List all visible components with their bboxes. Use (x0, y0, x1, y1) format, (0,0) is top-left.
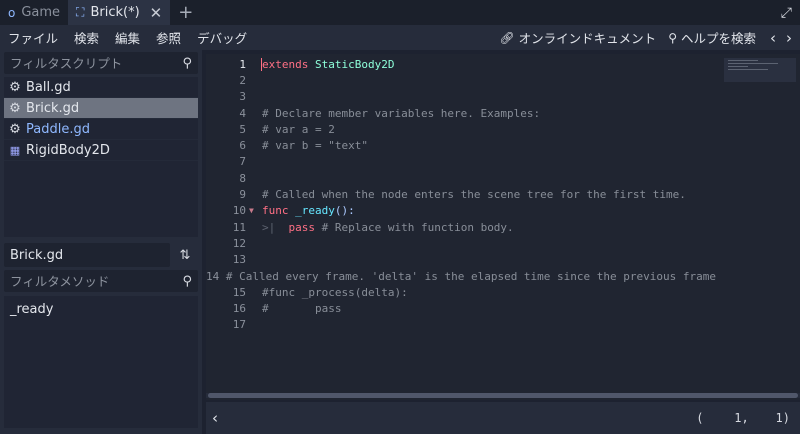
script-item-ball[interactable]: ⚙ Ball.gd (4, 77, 198, 98)
line-number: 9 (239, 188, 246, 202)
method-filter-input[interactable] (10, 273, 183, 289)
search-icon: ⚲ (182, 55, 192, 71)
line-number: 17 (232, 318, 246, 332)
code-line[interactable]: 3 (206, 89, 716, 105)
gear-icon: ⚙ (9, 121, 21, 137)
line-source: # Called when the node enters the scene … (262, 188, 686, 202)
line-number: 14 (206, 269, 220, 283)
help-search-icon: ⚲ (668, 30, 677, 45)
line-number: 10 (232, 204, 246, 218)
toggle-panel-icon[interactable]: ‹ (206, 409, 224, 427)
line-number: 15 (232, 285, 246, 299)
code-line[interactable]: 16 # pass (206, 300, 716, 316)
code-line[interactable]: 9 # Called when the node enters the scene… (206, 186, 716, 202)
script-filter: ⚲ (4, 52, 198, 74)
gear-icon: ⚙ (9, 79, 21, 95)
line-number: 11 (232, 220, 246, 234)
menu-edit[interactable]: 編集 (107, 28, 148, 47)
line-number: 1 (239, 57, 246, 71)
line-number: 4 (239, 106, 246, 120)
code-line[interactable]: 10 ▼ func _ready(): (206, 203, 716, 219)
link-icon: 🔗︎ (499, 30, 515, 45)
sort-icon[interactable]: ⇅ (176, 246, 194, 264)
scene-ring-icon: o (8, 5, 16, 20)
history-back-icon[interactable]: ‹ (770, 29, 776, 47)
node-doc-icon: ▦ (9, 143, 21, 157)
current-script-name: Brick.gd (4, 243, 170, 267)
code-line[interactable]: 15 #func _process(delta): (206, 284, 716, 300)
scene-tab-bar: o Game ⛶ Brick(*) ✕ + ⤢ (0, 0, 800, 25)
code-line[interactable]: 4 # Declare member variables here. Exampl… (206, 105, 716, 121)
line-source: extends StaticBody2D (261, 57, 395, 71)
menu-search[interactable]: 検索 (66, 28, 107, 47)
fold-arrow-icon[interactable]: ▼ (248, 206, 260, 215)
menu-debug[interactable]: デバッグ (189, 28, 255, 47)
tab-brick[interactable]: ⛶ Brick(*) ✕ (68, 0, 171, 25)
minimap[interactable] (724, 58, 796, 82)
code-lines[interactable]: 1 extends StaticBody2D 2 3 4 # Declare member… (206, 56, 716, 333)
tab-game[interactable]: o Game (0, 0, 68, 25)
line-number: 3 (239, 90, 246, 104)
code-line[interactable]: 13 (206, 252, 716, 268)
line-number: 2 (239, 73, 246, 87)
method-list: _ready (4, 296, 198, 428)
script-item-brick[interactable]: ⚙ Brick.gd (4, 98, 198, 119)
line-source: # pass (262, 302, 342, 316)
line-number: 5 (239, 122, 246, 136)
menu-file[interactable]: ファイル (0, 28, 66, 47)
line-number: 13 (232, 253, 246, 267)
script-filter-input[interactable] (10, 55, 183, 71)
script-item-rigidbody2d[interactable]: ▦ RigidBody2D (4, 140, 198, 161)
menu-goto[interactable]: 参照 (148, 28, 189, 47)
tab-label: Brick(*) (90, 5, 140, 20)
line-source: # Declare member variables here. Example… (262, 106, 541, 120)
line-number: 6 (239, 139, 246, 153)
tab-label: Game (21, 5, 61, 20)
code-line[interactable]: 2 (206, 72, 716, 88)
history-forward-icon[interactable]: › (786, 29, 792, 47)
script-sidebar: ⚲ ⚙ Ball.gd ⚙ Brick.gd ⚙ Paddle.gd ▦ Rig… (0, 50, 202, 434)
editor-status-bar: ‹ (1, 1) (206, 402, 800, 434)
code-line[interactable]: 7 (206, 154, 716, 170)
line-number: 12 (232, 236, 246, 250)
method-item-ready[interactable]: _ready (4, 299, 198, 319)
code-line[interactable]: 11 >| pass # Replace with function body. (206, 219, 716, 235)
line-number: 8 (239, 171, 246, 185)
code-line[interactable]: 12 (206, 235, 716, 251)
search-icon: ⚲ (182, 273, 192, 289)
code-line[interactable]: 14 # Called every frame. 'delta' is the e… (206, 268, 716, 284)
script-item-paddle[interactable]: ⚙ Paddle.gd (4, 119, 198, 140)
script-list: ⚙ Ball.gd ⚙ Brick.gd ⚙ Paddle.gd ▦ Rigid… (4, 77, 198, 237)
line-source: # Called every frame. 'delta' is the ela… (225, 269, 716, 283)
staticbody-icon: ⛶ (76, 5, 85, 19)
line-number: 7 (239, 155, 246, 169)
line-source: >| pass # Replace with function body. (262, 220, 514, 234)
distraction-free-icon[interactable]: ⤢ (773, 0, 800, 25)
cursor-line: 1 (734, 411, 742, 425)
code-line[interactable]: 6 # var b = "text" (206, 137, 716, 153)
script-menu-bar: ファイル 検索 編集 参照 デバッグ 🔗︎ オンラインドキュメント ⚲ ヘルプを… (0, 25, 800, 50)
online-docs-button[interactable]: 🔗︎ オンラインドキュメント (493, 28, 662, 47)
close-icon[interactable]: ✕ (150, 4, 163, 22)
cursor-position: (1, 1) (696, 411, 790, 425)
gear-icon: ⚙ (9, 100, 21, 116)
cursor-column: 1 (775, 411, 783, 425)
line-source: func _ready(): (262, 204, 355, 218)
line-source: # var b = "text" (262, 139, 368, 153)
code-line[interactable]: 17 (206, 317, 716, 333)
code-line[interactable]: 1 extends StaticBody2D (206, 56, 716, 72)
line-source: #func _process(delta): (262, 285, 408, 299)
code-editor[interactable]: 1 extends StaticBody2D 2 3 4 # Declare member… (206, 54, 800, 400)
scrollbar-thumb[interactable] (208, 393, 798, 398)
add-tab-icon[interactable]: + (170, 0, 201, 25)
line-number: 16 (232, 302, 246, 316)
method-filter: ⚲ (4, 270, 198, 292)
search-help-button[interactable]: ⚲ ヘルプを検索 (662, 28, 762, 47)
code-line[interactable]: 8 (206, 170, 716, 186)
code-line[interactable]: 5 # var a = 2 (206, 121, 716, 137)
line-source: # var a = 2 (262, 122, 335, 136)
horizontal-scrollbar[interactable] (206, 393, 800, 398)
